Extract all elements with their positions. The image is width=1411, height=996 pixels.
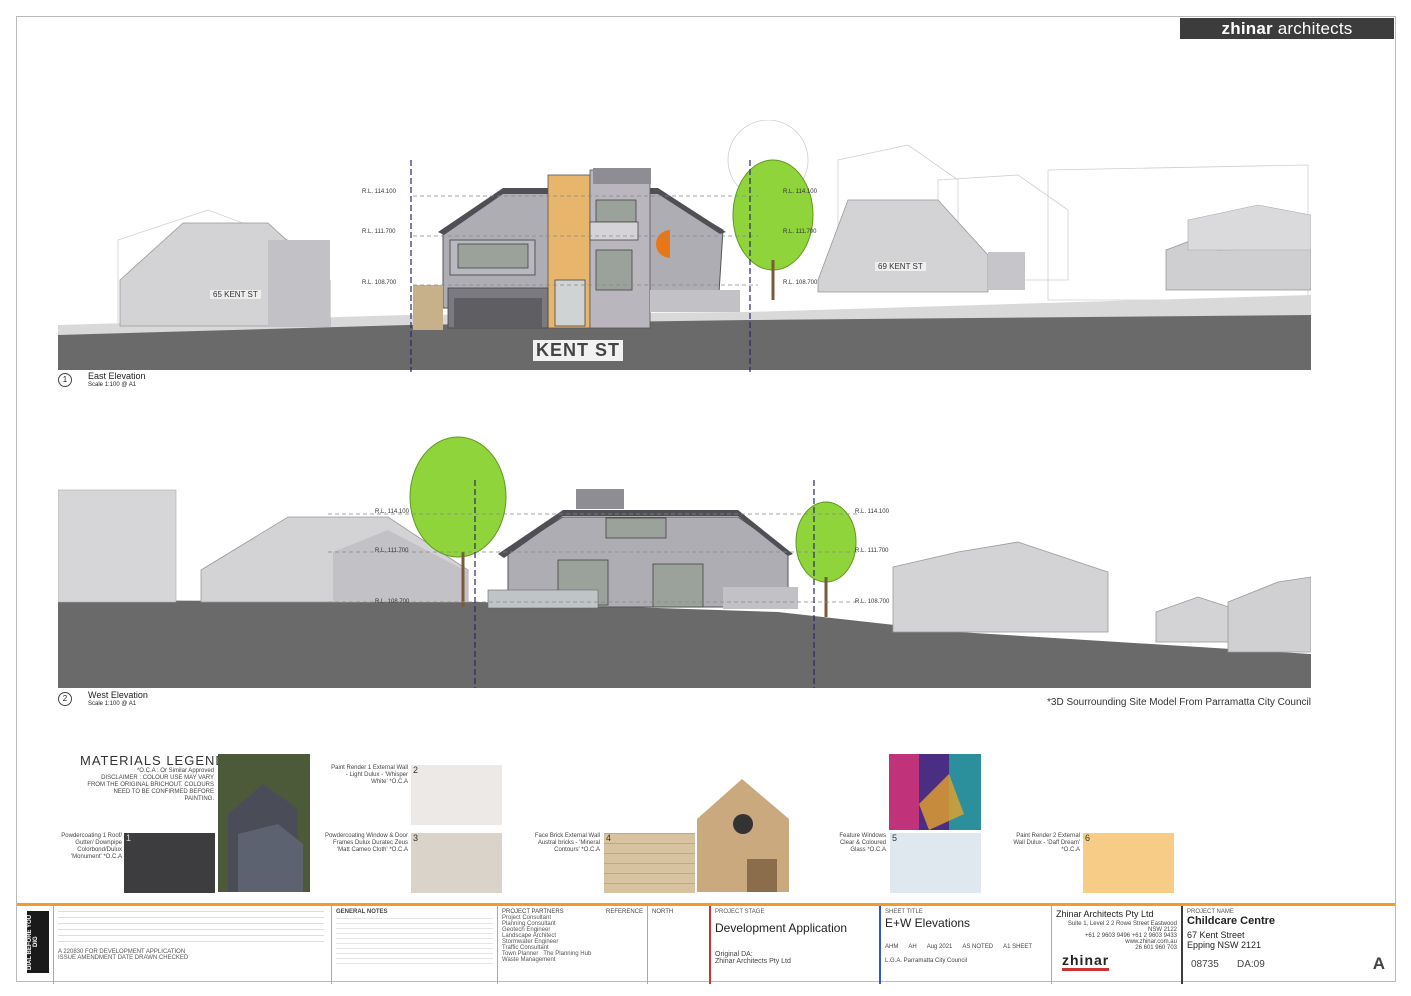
west-rl-mid: R.L. 111.700 xyxy=(375,548,409,554)
north-panel: NORTH xyxy=(647,906,707,984)
brick-building-photo xyxy=(697,779,789,892)
firm-name: Zhinar Architects Pty Ltd xyxy=(1056,909,1154,919)
site-model-note: *3D Sourrounding Site Model From Parrama… xyxy=(1047,697,1311,708)
sheet-title: E+W Elevations xyxy=(885,916,971,930)
glass-photo xyxy=(889,754,981,830)
east-elevation-scale: Scale 1:100 @ A1 xyxy=(88,382,137,388)
drawing-number: DA:09 xyxy=(1237,959,1265,970)
material-5-number: 5 xyxy=(892,833,898,843)
east-rl-mid: R.L. 111.700 xyxy=(362,229,396,235)
lga: L.G.A. Parramatta City Council xyxy=(885,958,968,964)
material-1-number: 1 xyxy=(126,833,132,843)
sheet-title-panel: SHEET TITLE E+W Elevations AHM AH Aug 20… xyxy=(879,906,1051,984)
west-elevation-number: 2 xyxy=(58,692,72,706)
east-rl-top: R.L. 114.100 xyxy=(362,189,396,195)
material-2-swatch: 2 xyxy=(411,765,502,825)
revision-headers: ISSUE AMENDMENT DATE DRAWN CHECKED xyxy=(58,955,189,961)
project-address-2: Epping NSW 2121 xyxy=(1187,940,1262,950)
legend-title: MATERIALS LEGEND xyxy=(80,753,226,768)
title-block: DIAL BEFORE YOU DIG A 220830 FOR DEVELOP… xyxy=(17,903,1395,984)
project-partners-panel: PROJECT PARTNERS REFERENCE Project Consu… xyxy=(497,906,647,984)
reference-title: REFERENCE xyxy=(605,909,643,915)
west-rl-low: R.L. 108.700 xyxy=(375,599,410,605)
material-2-label: Paint Render 1 External Wall - Light Dul… xyxy=(331,765,408,785)
drawing-scale: AS NOTED xyxy=(962,944,994,950)
job-number: 08735 xyxy=(1191,959,1219,970)
material-6-label: Paint Render 2 External Wall Dulux - 'Da… xyxy=(1013,833,1080,853)
material-4-label: Face Brick External Wall Austral bricks … xyxy=(534,833,600,853)
material-5-label: Feature Windows Clear & Coloured Glass *… xyxy=(839,833,886,853)
material-1-label: Powdercoating 1 Roof/ Gutter/ Downpipe C… xyxy=(61,833,122,860)
material-3-swatch: 3 xyxy=(411,833,502,893)
east-rl-top-right: R.L. 114.100 xyxy=(783,189,817,195)
project-stage-label: PROJECT STAGE xyxy=(715,909,765,915)
designed-by: AHM xyxy=(885,944,899,950)
material-3-label: Powdercoating Window & Door Frames Dulux… xyxy=(324,833,408,853)
firm-logo: zhinar xyxy=(1062,952,1110,971)
project-name: Childcare Centre xyxy=(1187,915,1276,927)
east-neighbour-left-label: 65 KENT ST xyxy=(210,290,261,299)
legend-disclaimer-text: DISCLAIMER : COLOUR USE MAY VARY FROM TH… xyxy=(87,775,214,802)
revision-grid xyxy=(58,909,324,947)
dial-before-you-dig-logo: DIAL BEFORE YOU DIG xyxy=(27,911,49,973)
original-da-by: Zhinar Architects Pty Ltd xyxy=(715,958,791,965)
revision-panel: A 220830 FOR DEVELOPMENT APPLICATION ISS… xyxy=(53,906,328,984)
material-6-swatch: 6 xyxy=(1083,833,1174,893)
east-elevation-drawing xyxy=(58,120,1311,372)
material-6-number: 6 xyxy=(1085,833,1091,843)
west-elevation-title: West Elevation xyxy=(88,690,148,700)
general-notes-title: GENERAL NOTES xyxy=(336,909,388,915)
partner-8: Waste Management xyxy=(502,957,556,963)
legend-subtitle: *O.C.A : Or Similar Approved xyxy=(136,768,214,774)
north-title: NORTH xyxy=(652,909,674,915)
firm-address: Suite 1, Level 2 2 Rowe Street Eastwood … xyxy=(1067,921,1177,933)
east-elevation-title: East Elevation xyxy=(88,371,146,381)
east-rl-low-right: R.L. 108.700 xyxy=(783,280,818,286)
east-rl-mid-right: R.L. 111.700 xyxy=(783,229,817,235)
material-4-number: 4 xyxy=(606,833,612,843)
material-4-swatch: 4 xyxy=(604,833,695,893)
commenced-date: Aug 2021 xyxy=(926,944,953,950)
firm-panel: Zhinar Architects Pty Ltd Suite 1, Level… xyxy=(1051,906,1181,984)
west-rl-mid-right: R.L. 111.700 xyxy=(855,548,889,554)
general-notes-body xyxy=(336,918,493,968)
east-rl-low: R.L. 108.700 xyxy=(362,280,397,286)
material-3-number: 3 xyxy=(413,833,419,843)
material-2-number: 2 xyxy=(413,765,419,775)
print-size: A1 SHEET xyxy=(1003,944,1033,950)
project-stage-panel: PROJECT STAGE Development Application Or… xyxy=(709,906,879,984)
west-rl-low-right: R.L. 108.700 xyxy=(855,599,890,605)
legend-disclaimer: *O.C.A : Or Similar Approved DISCLAIMER … xyxy=(86,768,214,803)
east-neighbour-right-label: 69 KENT ST xyxy=(875,262,926,271)
material-5-swatch: 5 xyxy=(890,833,981,893)
west-elevation-drawing xyxy=(58,436,1311,688)
project-panel: PROJECT NAME Childcare Centre 67 Kent St… xyxy=(1181,906,1395,984)
drawn-by: AH xyxy=(908,944,917,950)
west-rl-top-right: R.L. 114.100 xyxy=(855,509,889,515)
sheet-title-label: SHEET TITLE xyxy=(885,909,923,915)
project-stage: Development Application xyxy=(715,921,848,935)
east-elevation-number: 1 xyxy=(58,373,72,387)
original-da-label: Original DA: xyxy=(715,951,753,958)
general-notes-panel: GENERAL NOTES xyxy=(331,906,497,984)
brand-banner: zhinar architects xyxy=(1180,18,1394,39)
revision-letter: A xyxy=(1372,954,1385,973)
street-label: KENT ST xyxy=(533,340,624,361)
material-1-swatch: 1 xyxy=(124,833,215,893)
west-rl-top: R.L. 114.100 xyxy=(375,509,409,515)
firm-abn: 26 601 960 703 xyxy=(1135,945,1177,951)
project-address-1: 67 Kent Street xyxy=(1187,930,1245,940)
west-elevation-scale: Scale 1:100 @ A1 xyxy=(88,701,137,707)
roof-photo xyxy=(218,754,310,892)
